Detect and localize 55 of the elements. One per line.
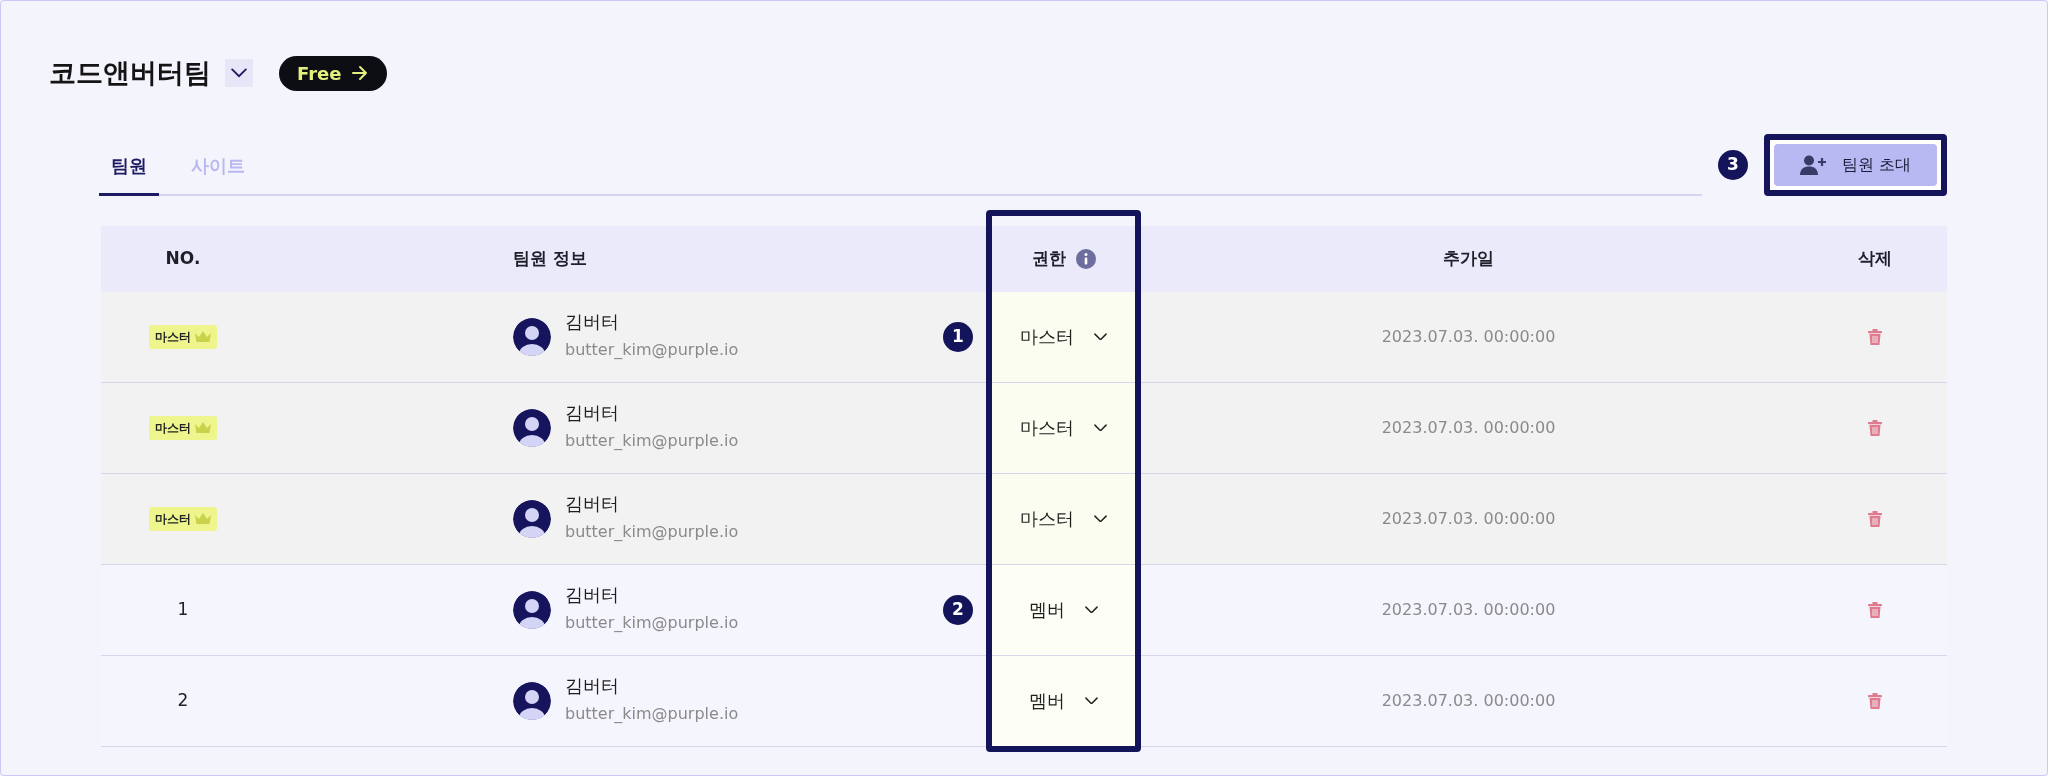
member-email: butter_kim@purple.io: [565, 339, 739, 362]
column-header: 삭제: [1858, 246, 1892, 270]
row-number: 1: [177, 597, 189, 621]
chevron-down-icon: [1094, 514, 1107, 523]
date-added: 2023.07.03. 00:00:00: [1381, 325, 1556, 348]
member-name: 김버터: [565, 492, 620, 515]
column-header: 권한: [1031, 246, 1066, 270]
chevron-down-icon: [231, 68, 247, 79]
master-badge: 마스터: [149, 415, 217, 440]
column-header: 팀원 정보: [513, 246, 587, 270]
team-name: 코드앤버터팀: [49, 56, 211, 90]
member-name: 김버터: [565, 310, 620, 333]
crown-icon: [195, 422, 211, 433]
member-name: 김버터: [565, 674, 620, 697]
crown-icon: [195, 331, 211, 342]
avatar-icon: [513, 681, 551, 720]
master-badge: 마스터: [149, 324, 217, 349]
column-header: 추가일: [1443, 246, 1494, 270]
chevron-down-icon: [1085, 696, 1098, 705]
avatar-icon: [513, 590, 551, 629]
chevron-down-icon: [1085, 605, 1098, 614]
invite-member-button[interactable]: 팀원 초대: [1773, 143, 1937, 186]
member-email: butter_kim@purple.io: [565, 612, 739, 635]
avatar-icon: [513, 408, 551, 447]
chevron-down-icon: [1094, 423, 1107, 432]
row-number: 2: [177, 688, 189, 712]
user-plus-icon: [1799, 154, 1828, 175]
member-email: butter_kim@purple.io: [565, 521, 739, 544]
member-email: butter_kim@purple.io: [565, 430, 739, 453]
date-added: 2023.07.03. 00:00:00: [1381, 507, 1556, 530]
arrow-right-icon: [351, 65, 370, 82]
avatar-icon: [513, 499, 551, 538]
step-marker: 2: [943, 594, 973, 625]
member-name: 김버터: [565, 401, 620, 424]
trash-icon: [1868, 693, 1882, 709]
crown-icon: [195, 513, 211, 524]
date-added: 2023.07.03. 00:00:00: [1381, 598, 1556, 621]
column-header: NO.: [165, 246, 201, 270]
info-icon[interactable]: [1075, 248, 1096, 269]
tab[interactable]: 팀원: [99, 151, 159, 196]
chevron-down-icon: [1094, 332, 1107, 341]
master-badge: 마스터: [149, 506, 217, 531]
trash-icon: [1868, 511, 1882, 527]
member-name: 김버터: [565, 583, 620, 606]
plan-button[interactable]: Free: [279, 55, 388, 91]
step-marker: 3: [1717, 149, 1748, 180]
team-dropdown-button[interactable]: [225, 59, 253, 88]
step-marker: 1: [943, 321, 973, 352]
date-added: 2023.07.03. 00:00:00: [1381, 689, 1556, 712]
avatar-icon: [513, 317, 551, 356]
trash-icon: [1868, 420, 1882, 436]
trash-icon: [1868, 602, 1882, 618]
member-email: butter_kim@purple.io: [565, 703, 739, 726]
trash-icon: [1868, 329, 1882, 345]
date-added: 2023.07.03. 00:00:00: [1381, 416, 1556, 439]
